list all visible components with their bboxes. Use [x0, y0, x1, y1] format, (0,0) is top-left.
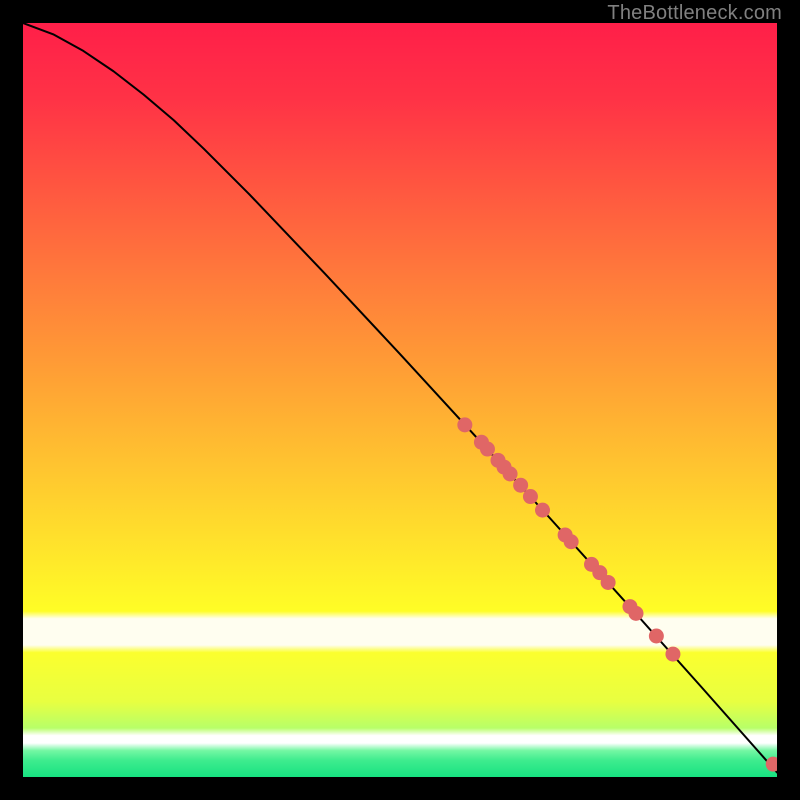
data-point — [665, 647, 680, 662]
data-point — [564, 534, 579, 549]
data-point — [503, 466, 518, 481]
chart-overlay — [23, 23, 777, 777]
data-point — [480, 442, 495, 457]
data-point — [523, 489, 538, 504]
curve-line — [23, 23, 777, 772]
data-point — [629, 606, 644, 621]
data-point — [649, 629, 664, 644]
data-point — [535, 503, 550, 518]
data-point — [766, 757, 777, 772]
plot-area — [23, 23, 777, 777]
data-point — [513, 478, 528, 493]
data-point — [457, 417, 472, 432]
chart-frame: TheBottleneck.com — [0, 0, 800, 800]
data-point — [601, 575, 616, 590]
watermark-text: TheBottleneck.com — [607, 2, 782, 25]
